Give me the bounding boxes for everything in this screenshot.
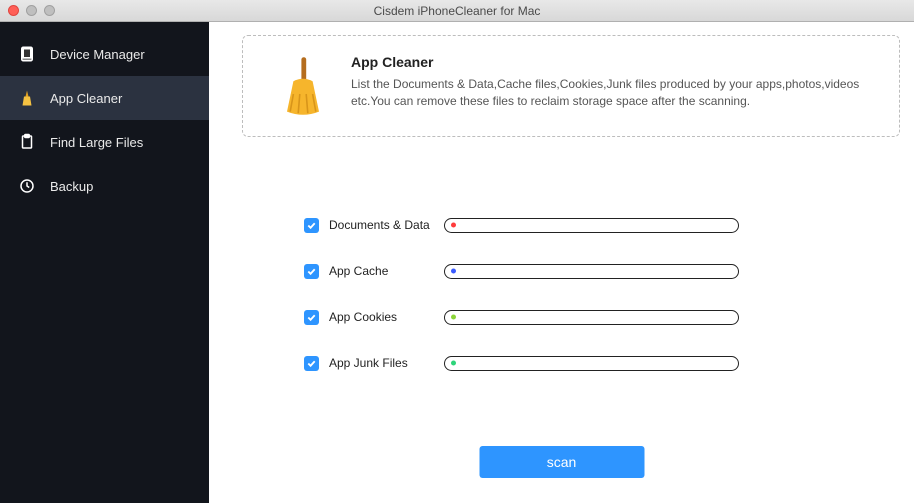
backup-icon (18, 177, 36, 195)
broom-icon (273, 46, 333, 126)
titlebar: Cisdem iPhoneCleaner for Mac (0, 0, 914, 22)
info-box: App Cleaner List the Documents & Data,Ca… (242, 35, 900, 137)
device-icon (18, 45, 36, 63)
minimize-window-button[interactable] (26, 5, 37, 16)
sidebar-item-label: Backup (50, 179, 93, 194)
category-row-app-junk-files: App Junk Files (304, 340, 854, 386)
category-row-documents-data: Documents & Data (304, 202, 854, 248)
sidebar: Device Manager App Cleaner Find Large Fi… (0, 22, 209, 503)
checkbox-app-junk-files[interactable] (304, 356, 319, 371)
clipboard-icon (18, 133, 36, 151)
progress-dot (451, 315, 456, 320)
checkbox-app-cookies[interactable] (304, 310, 319, 325)
info-description: List the Documents & Data,Cache files,Co… (351, 76, 879, 111)
cleaner-icon (18, 89, 36, 107)
info-text: App Cleaner List the Documents & Data,Ca… (351, 46, 879, 126)
sidebar-item-find-large-files[interactable]: Find Large Files (0, 120, 209, 164)
sidebar-item-label: Find Large Files (50, 135, 143, 150)
info-title: App Cleaner (351, 54, 879, 70)
main-panel: App Cleaner List the Documents & Data,Ca… (209, 22, 914, 503)
category-row-app-cache: App Cache (304, 248, 854, 294)
zoom-window-button[interactable] (44, 5, 55, 16)
sidebar-item-label: App Cleaner (50, 91, 122, 106)
sidebar-item-app-cleaner[interactable]: App Cleaner (0, 76, 209, 120)
category-row-app-cookies: App Cookies (304, 294, 854, 340)
progress-bar (444, 356, 739, 371)
checkbox-documents-data[interactable] (304, 218, 319, 233)
progress-bar (444, 218, 739, 233)
category-list: Documents & Data App Cache App Cookies (304, 202, 854, 386)
window-title: Cisdem iPhoneCleaner for Mac (0, 4, 914, 18)
category-label: App Junk Files (329, 356, 444, 370)
sidebar-item-device-manager[interactable]: Device Manager (0, 32, 209, 76)
progress-dot (451, 361, 456, 366)
progress-dot (451, 223, 456, 228)
category-label: App Cache (329, 264, 444, 278)
sidebar-item-label: Device Manager (50, 47, 145, 62)
scan-button[interactable]: scan (479, 446, 644, 478)
category-label: Documents & Data (329, 218, 444, 232)
content: Device Manager App Cleaner Find Large Fi… (0, 22, 914, 503)
progress-dot (451, 269, 456, 274)
close-window-button[interactable] (8, 5, 19, 16)
category-label: App Cookies (329, 310, 444, 324)
sidebar-item-backup[interactable]: Backup (0, 164, 209, 208)
checkbox-app-cache[interactable] (304, 264, 319, 279)
progress-bar (444, 264, 739, 279)
progress-bar (444, 310, 739, 325)
traffic-lights (0, 5, 55, 16)
